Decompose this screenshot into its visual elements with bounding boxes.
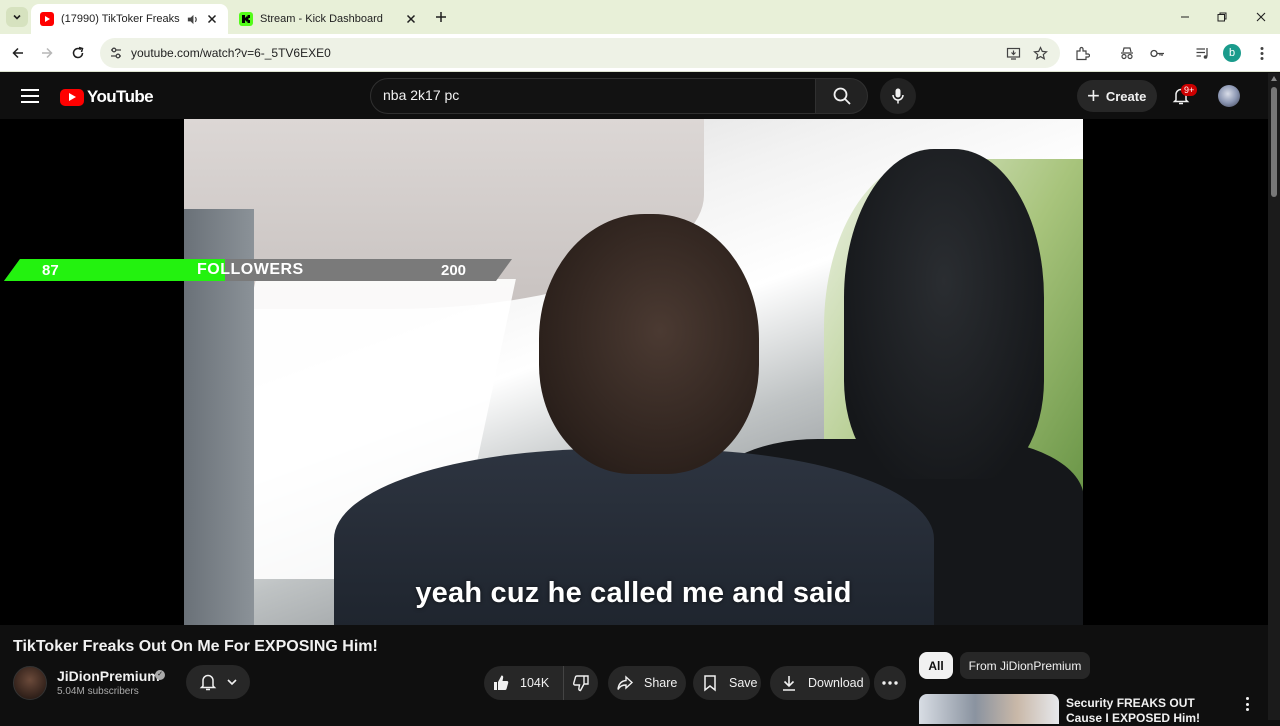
search-input[interactable] (383, 87, 803, 103)
microphone-icon (892, 88, 904, 104)
youtube-logo[interactable]: YouTube (60, 87, 154, 107)
address-bar[interactable]: youtube.com/watch?v=6-_5TV6EXE0 (100, 38, 1060, 68)
thumbs-down-icon (573, 675, 589, 692)
youtube-play-icon (60, 88, 84, 106)
search-box (370, 78, 816, 114)
youtube-icon (40, 12, 54, 26)
youtube-logo-text: YouTube (87, 87, 154, 106)
bookmark-star-icon[interactable] (1032, 45, 1048, 61)
speaker-icon[interactable] (184, 11, 200, 27)
bell-icon (199, 674, 217, 691)
account-avatar[interactable] (1218, 85, 1240, 107)
chip-from-channel[interactable]: From JiDionPremium (960, 652, 1090, 679)
browser-tab-strip: (17990) TikToker Freaks Out Stream - Kic… (0, 0, 1280, 34)
search-button[interactable] (815, 78, 868, 114)
tab-kick[interactable]: Stream - Kick Dashboard (230, 4, 427, 34)
search-icon (833, 87, 851, 105)
subscriber-count: 5.04M subscribers (57, 686, 139, 697)
site-settings-icon[interactable] (108, 45, 124, 61)
video-frame[interactable] (184, 119, 1083, 625)
reload-icon (72, 46, 84, 59)
download-label: Download (808, 676, 864, 690)
more-horizontal-icon (882, 681, 898, 685)
goal-target: 200 (441, 262, 467, 279)
chevron-down-icon (227, 679, 237, 686)
channel-avatar[interactable] (13, 666, 47, 700)
goal-label: FOLLOWERS (197, 261, 304, 278)
chip-all[interactable]: All (919, 652, 953, 679)
bookmark-icon (704, 675, 716, 692)
voice-search-button[interactable] (880, 78, 916, 114)
recommendation-menu-icon[interactable] (1240, 695, 1254, 713)
youtube-masthead: YouTube + Create (0, 73, 1268, 119)
scrollbar-thumb[interactable] (1271, 87, 1277, 197)
scroll-up-icon[interactable] (1271, 76, 1277, 81)
close-tab-icon[interactable] (204, 11, 220, 27)
minimize-button[interactable] (1177, 9, 1193, 25)
video-player[interactable]: yeah cuz he called me and said 87 FOLLOW… (0, 119, 1268, 625)
download-icon (783, 676, 795, 691)
save-button[interactable]: Save (693, 666, 761, 700)
video-scene (844, 149, 1044, 479)
close-window-button[interactable] (1253, 9, 1269, 25)
profile-avatar[interactable]: b (1223, 44, 1241, 62)
video-title: TikToker Freaks Out On Me For EXPOSING H… (13, 638, 378, 655)
share-label: Share (644, 676, 678, 690)
back-button[interactable] (9, 44, 27, 62)
subscription-notifications-button[interactable] (186, 665, 250, 699)
like-button[interactable]: 104K (484, 666, 564, 700)
plus-icon (436, 12, 446, 22)
restore-icon (1217, 12, 1227, 22)
share-button[interactable]: Share (608, 666, 686, 700)
minimize-icon (1181, 16, 1189, 18)
verified-check-icon: ✓ (155, 670, 165, 680)
arrow-left-icon (12, 47, 23, 59)
download-button[interactable]: Download (770, 666, 870, 700)
browser-toolbar: youtube.com/watch?v=6-_5TV6EXE0 b (0, 34, 1280, 72)
thumbs-up-icon (494, 675, 509, 690)
chevron-down-icon (13, 14, 21, 20)
create-label: Create (1105, 88, 1147, 104)
save-label: Save (729, 676, 758, 690)
close-icon (1256, 12, 1266, 22)
forward-button[interactable] (38, 44, 56, 62)
share-icon (617, 675, 634, 690)
install-app-icon[interactable] (1005, 45, 1021, 61)
dislike-button[interactable] (564, 674, 598, 692)
tab-title: Stream - Kick Dashboard (260, 13, 383, 25)
plus-icon: + (1087, 83, 1100, 108)
extensions-icon[interactable] (1073, 44, 1091, 62)
password-key-icon[interactable] (1148, 44, 1166, 62)
video-scene (539, 214, 759, 474)
page-scrollbar[interactable] (1268, 73, 1280, 720)
followers-goal-overlay: 87 FOLLOWERS 200 (4, 259, 512, 281)
video-caption: yeah cuz he called me and said (415, 577, 852, 609)
tab-youtube[interactable]: (17990) TikToker Freaks Out (31, 4, 228, 34)
channel-name[interactable]: JiDionPremium (57, 668, 160, 684)
new-tab-button[interactable] (432, 8, 450, 26)
url-text: youtube.com/watch?v=6-_5TV6EXE0 (131, 46, 331, 60)
reload-button[interactable] (69, 44, 87, 62)
like-count: 104K (520, 676, 550, 690)
arrow-right-icon (42, 47, 53, 59)
browser-menu-icon[interactable] (1253, 44, 1271, 62)
media-controls-icon[interactable] (1193, 44, 1211, 62)
restore-button[interactable] (1214, 9, 1230, 25)
recommendation-title[interactable]: Security FREAKS OUT Cause I EXPOSED Him! (1066, 696, 1231, 726)
tab-title: (17990) TikToker Freaks Out (61, 13, 180, 25)
goal-bar-fill (4, 259, 225, 281)
kick-icon (239, 12, 253, 26)
guide-menu-icon[interactable] (20, 86, 40, 106)
incognito-icon[interactable] (1118, 44, 1136, 62)
create-button[interactable]: + Create (1077, 80, 1157, 112)
notification-badge: 9+ (1181, 84, 1198, 96)
like-dislike-group: 104K (484, 666, 598, 700)
tab-search-button[interactable] (6, 7, 28, 27)
close-tab-icon[interactable] (403, 11, 419, 27)
more-actions-button[interactable] (874, 666, 906, 700)
goal-current: 87 (42, 262, 59, 279)
